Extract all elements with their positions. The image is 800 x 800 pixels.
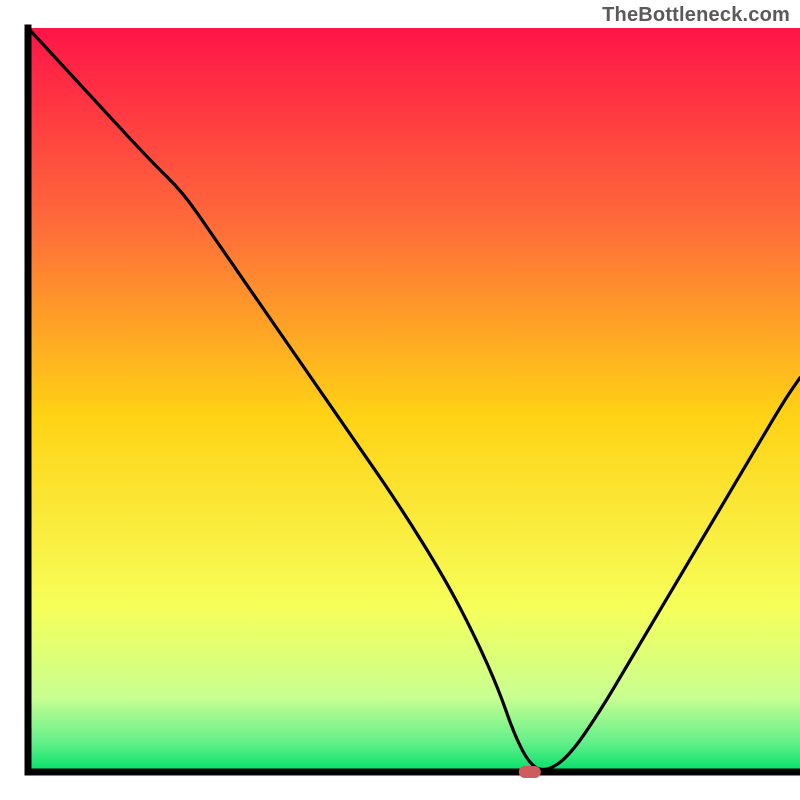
plot-background <box>28 28 800 772</box>
watermark-text: TheBottleneck.com <box>602 4 790 27</box>
optimal-marker <box>519 766 541 778</box>
chart-svg <box>0 0 800 800</box>
bottleneck-chart: TheBottleneck.com <box>0 0 800 800</box>
